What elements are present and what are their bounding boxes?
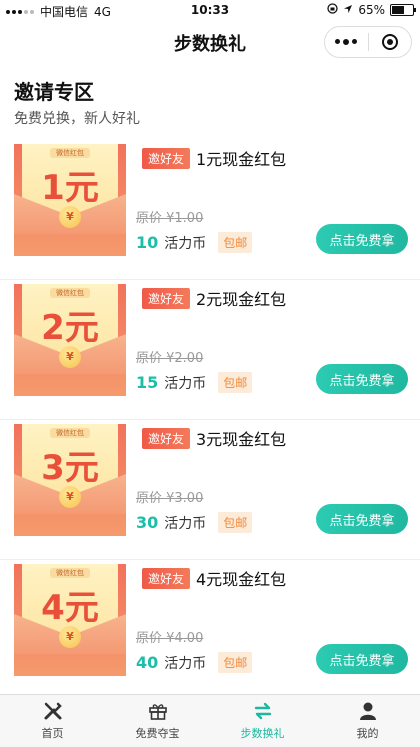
coin-icon: ¥: [59, 626, 81, 648]
more-button[interactable]: [325, 27, 368, 57]
shipping-badge: 包邮: [218, 232, 253, 253]
battery-icon: [390, 4, 416, 16]
claim-button[interactable]: 点击免费拿: [316, 644, 408, 674]
more-dots-icon: [335, 39, 358, 45]
coin-price: 40 活力币 包邮: [136, 652, 253, 673]
coin-price: 10 活力币 包邮: [136, 232, 253, 253]
original-price: 原价 ¥3.00: [136, 491, 204, 506]
coin-price: 15 活力币 包邮: [136, 372, 253, 393]
red-envelope-image: 微信红包 4元 ¥: [14, 564, 126, 676]
list-item[interactable]: 微信红包 4元 ¥ 邀好友 4元现金红包 原价 ¥4.00 40 活力币 包邮 点…: [0, 560, 420, 700]
product-list: 微信红包 1元 ¥ 邀好友 1元现金红包 原价 ¥1.00 10 活力币 包邮 点…: [0, 140, 420, 720]
coin-icon: ¥: [59, 486, 81, 508]
red-envelope-image: 微信红包 2元 ¥: [14, 284, 126, 396]
tab-bar: 首页 免费夺宝 步数换礼 我的: [0, 694, 420, 747]
invite-tag: 邀好友: [142, 288, 191, 309]
rotation-lock-icon: [327, 3, 338, 17]
original-price: 原价 ¥2.00: [136, 351, 204, 366]
coin-price: 30 活力币 包邮: [136, 512, 253, 533]
original-price: 原价 ¥1.00: [136, 211, 204, 226]
tab-mine[interactable]: 我的: [315, 695, 420, 747]
coin-icon: ¥: [59, 346, 81, 368]
red-envelope-image: 微信红包 1元 ¥: [14, 144, 126, 256]
product-name: 3元现金红包: [196, 430, 287, 449]
shipping-badge: 包邮: [218, 652, 253, 673]
location-icon: [343, 3, 353, 17]
close-miniprogram-button[interactable]: [369, 27, 412, 57]
exchange-icon: [252, 701, 274, 721]
product-name: 1元现金红包: [196, 150, 287, 169]
list-item[interactable]: 微信红包 1元 ¥ 邀好友 1元现金红包 原价 ¥1.00 10 活力币 包邮 点…: [0, 140, 420, 280]
claim-button[interactable]: 点击免费拿: [316, 224, 408, 254]
tab-home[interactable]: 首页: [0, 695, 105, 747]
coin-icon: ¥: [59, 206, 81, 228]
home-tools-icon: [42, 701, 64, 721]
tab-free-lottery[interactable]: 免费夺宝: [105, 695, 210, 747]
original-price: 原价 ¥4.00: [136, 631, 204, 646]
invite-tag: 邀好友: [142, 148, 191, 169]
claim-button[interactable]: 点击免费拿: [316, 504, 408, 534]
invite-tag: 邀好友: [142, 568, 191, 589]
list-item[interactable]: 微信红包 3元 ¥ 邀好友 3元现金红包 原价 ¥3.00 30 活力币 包邮 点…: [0, 420, 420, 560]
section-subtitle: 免费兑换，新人好礼: [14, 111, 140, 127]
shipping-badge: 包邮: [218, 372, 253, 393]
invite-tag: 邀好友: [142, 428, 191, 449]
tab-step-exchange[interactable]: 步数换礼: [210, 695, 315, 747]
product-name: 2元现金红包: [196, 290, 287, 309]
list-item[interactable]: 微信红包 2元 ¥ 邀好友 2元现金红包 原价 ¥2.00 15 活力币 包邮 点…: [0, 280, 420, 420]
section-title: 邀请专区: [14, 80, 94, 104]
claim-button[interactable]: 点击免费拿: [316, 364, 408, 394]
product-name: 4元现金红包: [196, 570, 287, 589]
status-bar: 中国电信 4G 10:33 65%: [0, 0, 420, 22]
gift-icon: [147, 701, 169, 721]
shipping-badge: 包邮: [218, 512, 253, 533]
red-envelope-image: 微信红包 3元 ¥: [14, 424, 126, 536]
nav-bar: 步数换礼: [0, 22, 420, 62]
battery-percent: 65%: [358, 3, 385, 17]
miniprogram-capsule: [324, 26, 412, 58]
target-icon: [381, 34, 398, 50]
user-icon: [357, 701, 379, 721]
